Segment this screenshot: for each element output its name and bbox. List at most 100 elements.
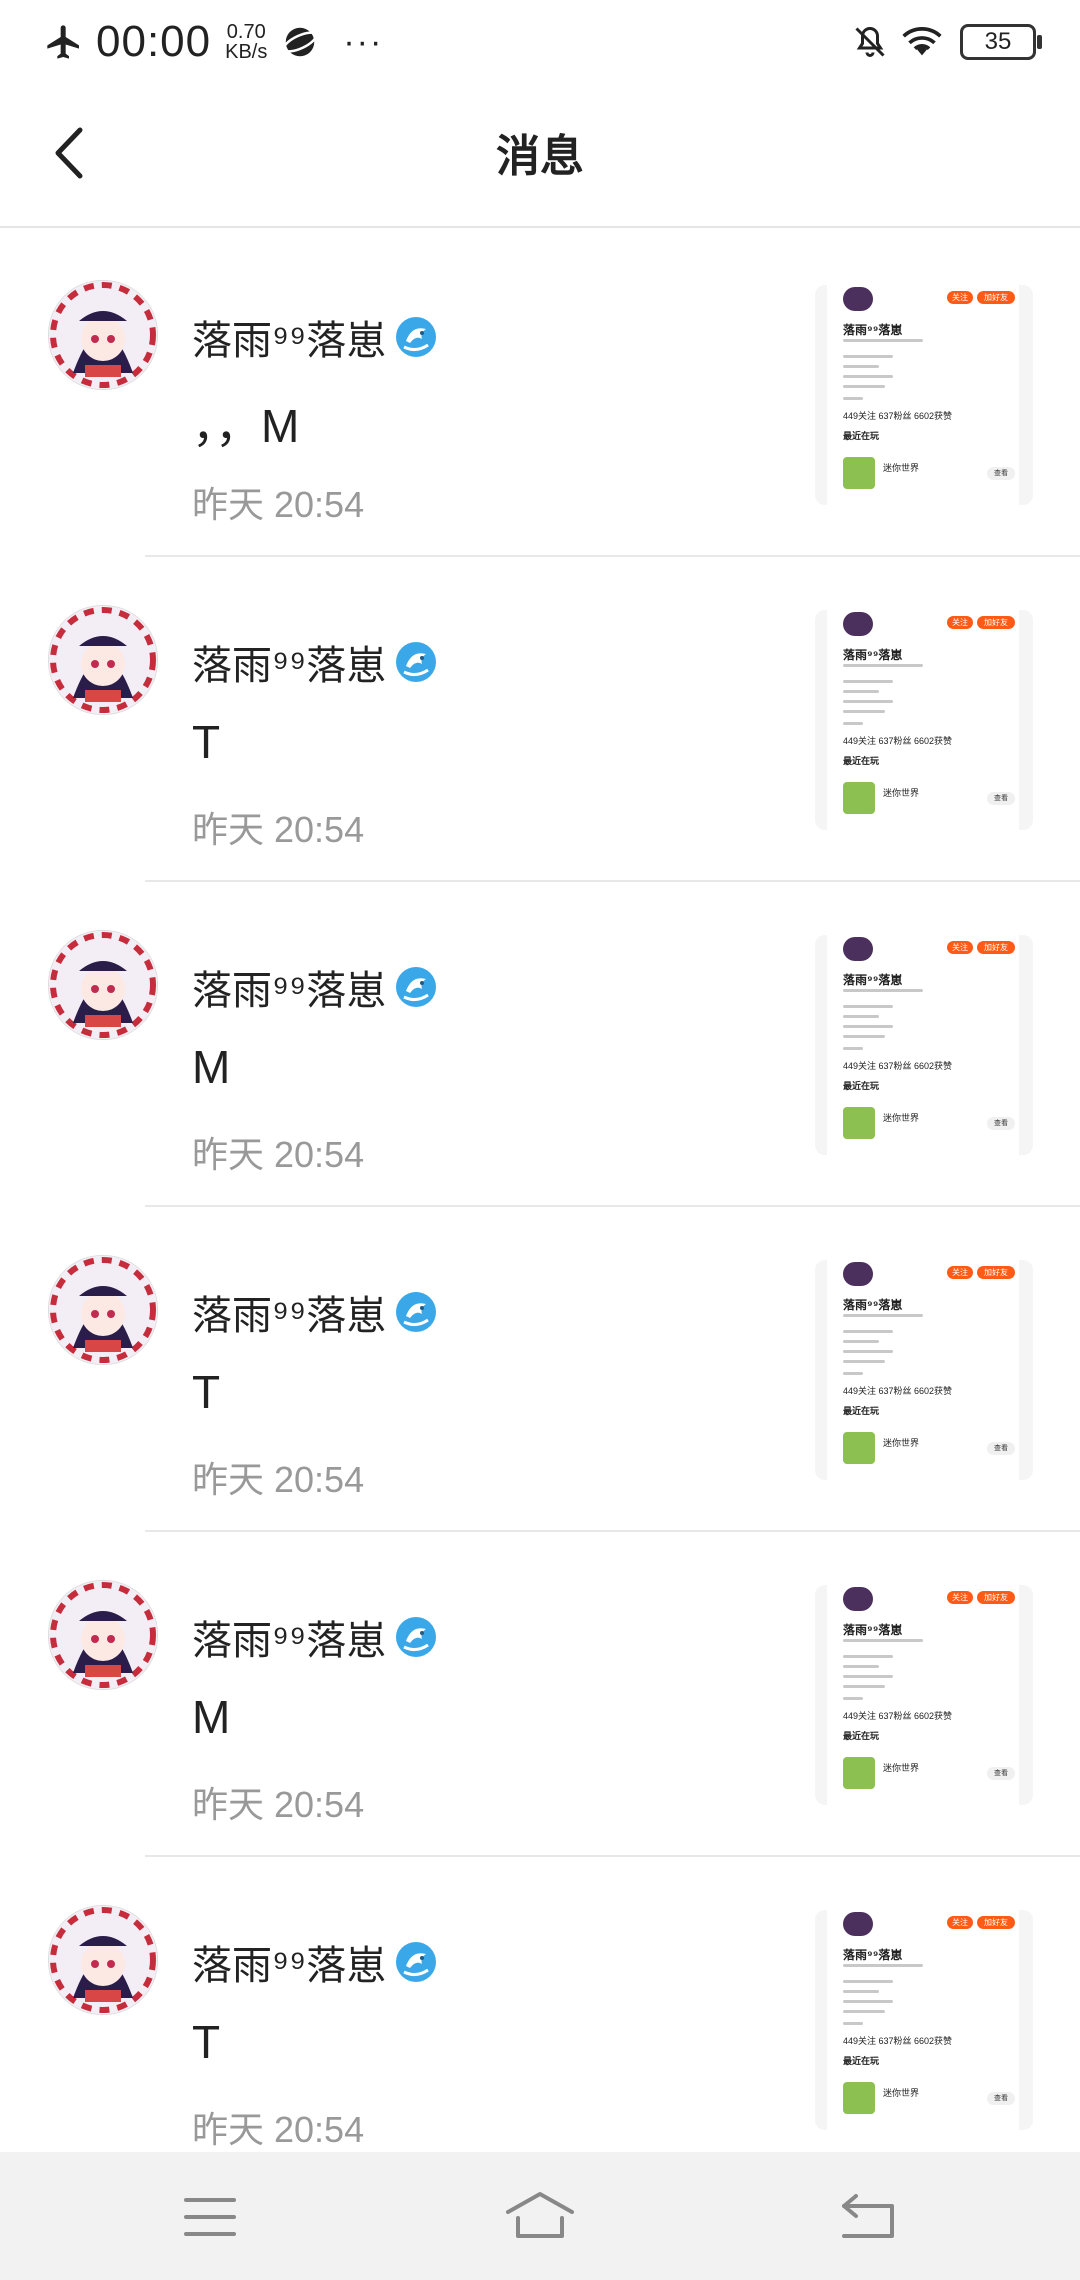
profile-card: 关注 加好友 落雨⁹⁹落崽 449关注 637粉丝 6602获赞 最近在玩 迷你… [827,1910,1019,2130]
thumb-game-icon [843,457,875,489]
profile-card-thumbnail[interactable]: 关注 加好友 落雨⁹⁹落崽 449关注 637粉丝 6602获赞 最近在玩 迷你… [815,1585,1033,1805]
dolphin-icon [396,1617,437,1657]
wifi-icon [902,27,942,56]
dolphin-icon [396,642,437,682]
thumb-avatar [843,937,873,961]
avatar[interactable] [48,1580,158,1690]
thumb-game-name: 迷你世界 [883,463,920,473]
menu-button[interactable] [170,2182,250,2252]
sender-name-text: 落雨⁹⁹落崽 [192,644,387,688]
network-speed-value: 0.70 [226,21,266,43]
thumb-game-icon [843,782,875,814]
message-text: M [192,1041,231,1093]
sender-name: 落雨⁹⁹落崽 [192,308,440,366]
thumb-view-button: 查看 [987,1767,1015,1780]
profile-card-thumbnail[interactable]: 关注 加好友 落雨⁹⁹落崽 449关注 637粉丝 6602获赞 最近在玩 迷你… [815,1260,1033,1480]
message-list: 落雨⁹⁹落崽 ，，M 昨天 20:54 关注 加好友 落雨⁹⁹落崽 449关注 … [0,232,1080,2182]
thumb-recent: 最近在玩 [843,2056,880,2066]
message-text: M [192,1691,231,1743]
thumb-stats: 449关注 637粉丝 6602获赞 [843,736,953,746]
thumb-game-name: 迷你世界 [883,1438,920,1448]
message-item[interactable]: 落雨⁹⁹落崽 M 昨天 20:54 关注 加好友 落雨⁹⁹落崽 449关注 63… [0,1532,1080,1857]
return-button[interactable] [830,2182,910,2252]
thumb-add-friend-badge: 加好友 [977,291,1015,304]
status-bar: 00:00 0.70 KB/s ··· 35 [0,0,1080,84]
thumb-view-button: 查看 [987,2092,1015,2105]
thumb-view-button: 查看 [987,467,1015,480]
avatar[interactable] [48,1255,158,1365]
thumb-name: 落雨⁹⁹落崽 [843,1298,903,1312]
airplane-icon [47,25,79,59]
battery-indicator: 35 [960,24,1042,60]
sender-name: 落雨⁹⁹落崽 [192,633,440,691]
thumb-recent: 最近在玩 [843,1731,880,1741]
home-icon [506,2192,574,2238]
avatar[interactable] [48,605,158,715]
status-right: 35 [852,14,1042,70]
message-item[interactable]: 落雨⁹⁹落崽 T 昨天 20:54 关注 加好友 落雨⁹⁹落崽 449关注 63… [0,1857,1080,2182]
profile-card-thumbnail[interactable]: 关注 加好友 落雨⁹⁹落崽 449关注 637粉丝 6602获赞 最近在玩 迷你… [815,935,1033,1155]
thumb-follow-badge: 关注 [947,1591,973,1604]
avatar[interactable] [48,930,158,1040]
thumb-add-friend-badge: 加好友 [977,941,1015,954]
profile-card: 关注 加好友 落雨⁹⁹落崽 449关注 637粉丝 6602获赞 最近在玩 迷你… [827,935,1019,1155]
thumb-game-icon [843,1432,875,1464]
message-text: T [192,2016,221,2068]
thumb-name: 落雨⁹⁹落崽 [843,1948,903,1962]
thumb-follow-badge: 关注 [947,941,973,954]
thumb-view-button: 查看 [987,1117,1015,1130]
dolphin-icon [396,967,437,1007]
sender-name: 落雨⁹⁹落崽 [192,1608,440,1666]
message-text: T [192,1366,221,1418]
thumb-avatar [843,612,873,636]
thumb-game-name: 迷你世界 [883,1113,920,1123]
message-text: T [192,716,221,768]
thumb-game-name: 迷你世界 [883,1763,920,1773]
message-text: ，，M [192,400,300,452]
thumb-add-friend-badge: 加好友 [977,1266,1015,1279]
network-speed: 0.70 KB/s [225,22,267,62]
thumb-recent: 最近在玩 [843,1081,880,1091]
sender-name: 落雨⁹⁹落崽 [192,1283,440,1341]
message-item[interactable]: 落雨⁹⁹落崽 ，，M 昨天 20:54 关注 加好友 落雨⁹⁹落崽 449关注 … [0,232,1080,557]
message-time: 昨天 20:54 [192,809,365,850]
system-nav-bar [0,2152,1080,2280]
thumb-add-friend-badge: 加好友 [977,616,1015,629]
avatar[interactable] [48,1905,158,2015]
avatar[interactable] [48,280,158,390]
thumb-stats: 449关注 637粉丝 6602获赞 [843,1711,953,1721]
thumb-game-name: 迷你世界 [883,788,920,798]
thumb-name: 落雨⁹⁹落崽 [843,1623,903,1637]
message-time: 昨天 20:54 [192,1784,365,1825]
message-item[interactable]: 落雨⁹⁹落崽 M 昨天 20:54 关注 加好友 落雨⁹⁹落崽 449关注 63… [0,882,1080,1207]
thumb-avatar [843,1912,873,1936]
thumb-follow-badge: 关注 [947,291,973,304]
profile-card-thumbnail[interactable]: 关注 加好友 落雨⁹⁹落崽 449关注 637粉丝 6602获赞 最近在玩 迷你… [815,285,1033,505]
thumb-add-friend-badge: 加好友 [977,1591,1015,1604]
menu-icon [184,2198,236,2236]
thumb-avatar [843,287,873,311]
message-time: 昨天 20:54 [192,1134,365,1175]
message-time: 昨天 20:54 [192,2109,365,2150]
home-button[interactable] [500,2182,580,2252]
message-time: 昨天 20:54 [192,1459,365,1500]
thumb-follow-badge: 关注 [947,616,973,629]
message-item[interactable]: 落雨⁹⁹落崽 T 昨天 20:54 关注 加好友 落雨⁹⁹落崽 449关注 63… [0,1207,1080,1532]
profile-card-thumbnail[interactable]: 关注 加好友 落雨⁹⁹落崽 449关注 637粉丝 6602获赞 最近在玩 迷你… [815,1910,1033,2130]
clock: 00:00 [96,17,212,66]
profile-card-thumbnail[interactable]: 关注 加好友 落雨⁹⁹落崽 449关注 637粉丝 6602获赞 最近在玩 迷你… [815,610,1033,830]
thumb-name: 落雨⁹⁹落崽 [843,323,903,337]
message-time: 昨天 20:54 [192,484,365,525]
thumb-game-icon [843,1107,875,1139]
thumb-avatar [843,1262,873,1286]
thumb-follow-badge: 关注 [947,1266,973,1279]
thumb-game-name: 迷你世界 [883,2088,920,2098]
dolphin-icon [396,1942,437,1982]
network-speed-unit: KB/s [225,41,268,63]
sender-name-text: 落雨⁹⁹落崽 [192,969,387,1013]
sender-name-text: 落雨⁹⁹落崽 [192,319,387,363]
app-header: 消息 [0,84,1080,228]
thumb-name: 落雨⁹⁹落崽 [843,648,903,662]
message-item[interactable]: 落雨⁹⁹落崽 T 昨天 20:54 关注 加好友 落雨⁹⁹落崽 449关注 63… [0,557,1080,882]
return-icon [842,2194,894,2238]
